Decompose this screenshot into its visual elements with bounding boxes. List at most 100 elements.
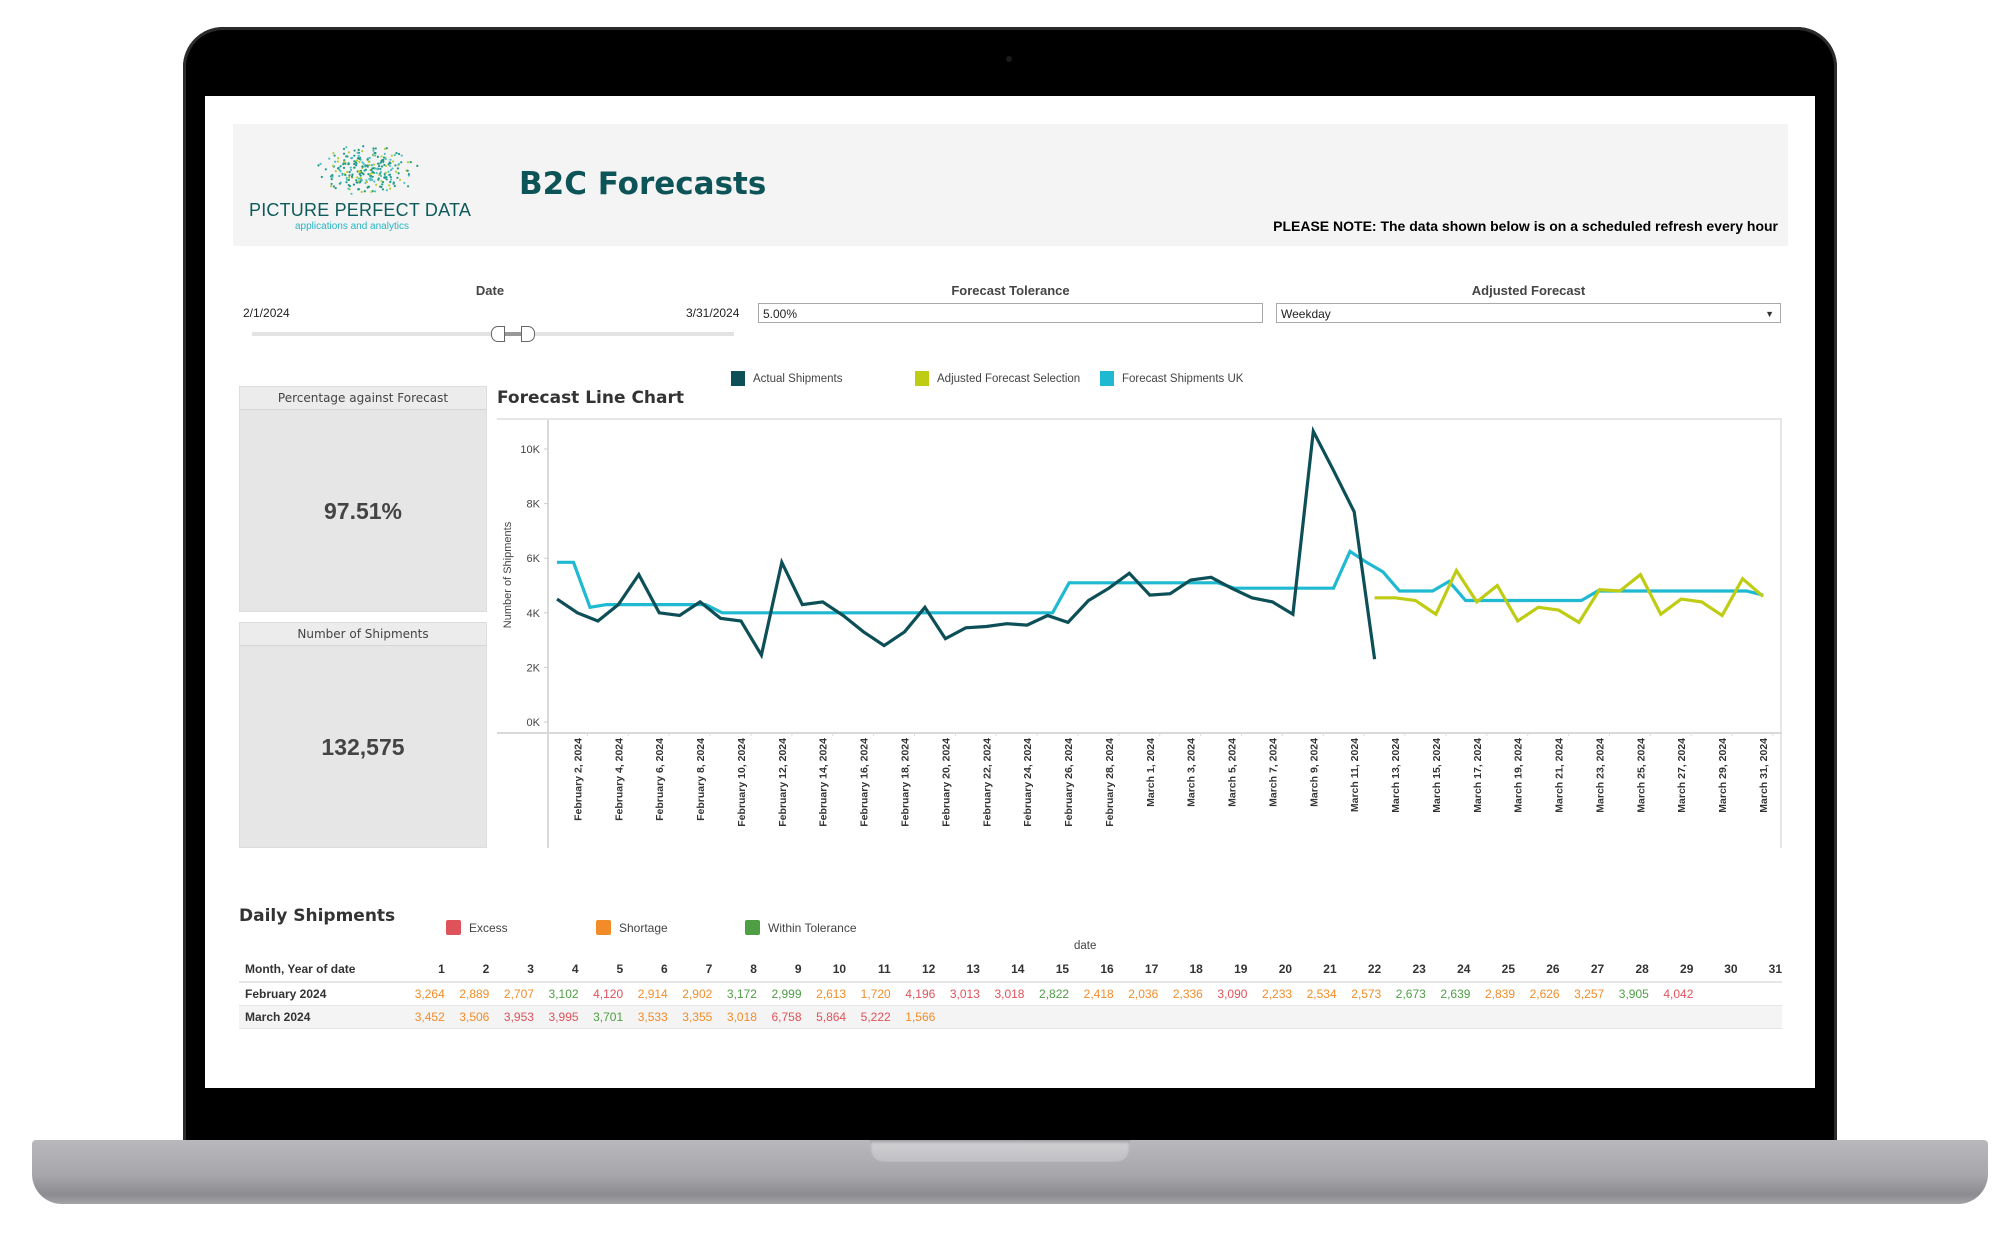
dashboard-header: PICTURE PERFECT DATA applications and an… xyxy=(233,124,1788,246)
daily-value-cell xyxy=(1425,1005,1471,1029)
adjusted-forecast-label: Adjusted Forecast xyxy=(1471,283,1586,298)
daily-value-cell[interactable]: 3,090 xyxy=(1202,982,1248,1006)
adjusted-forecast-select[interactable]: Weekday ▼ xyxy=(1276,303,1781,323)
daily-value-cell[interactable]: 3,506 xyxy=(444,1005,490,1029)
page-title: B2C Forecasts xyxy=(519,166,767,202)
day-column-header: 23 xyxy=(1381,957,1426,983)
daily-value-cell[interactable]: 2,233 xyxy=(1247,982,1293,1006)
daily-value-cell xyxy=(1604,1005,1649,1029)
daily-value-cell[interactable]: 3,701 xyxy=(578,1005,624,1029)
row-header: Month, Year of date xyxy=(239,957,401,983)
daily-value-cell[interactable]: 4,120 xyxy=(578,982,624,1006)
daily-value-cell[interactable]: 3,905 xyxy=(1604,982,1649,1006)
legend-actual-swatch xyxy=(731,371,745,386)
daily-value-cell[interactable]: 2,336 xyxy=(1158,982,1203,1006)
day-column-header: 12 xyxy=(890,957,936,983)
daily-value-cell xyxy=(1737,982,1782,1006)
daily-value-cell[interactable]: 2,036 xyxy=(1113,982,1159,1006)
daily-shipments-title: Daily Shipments xyxy=(239,906,396,926)
daily-value-cell[interactable]: 3,102 xyxy=(533,982,579,1006)
daily-value-cell xyxy=(1202,1005,1248,1029)
day-column-header: 4 xyxy=(533,957,579,983)
daily-value-cell xyxy=(935,1005,980,1029)
daily-value-cell[interactable]: 2,707 xyxy=(489,982,534,1006)
chart-title: Forecast Line Chart xyxy=(497,388,684,408)
legend-shortage-label: Shortage xyxy=(619,920,668,935)
daily-value-cell xyxy=(1693,1005,1738,1029)
daily-value-cell[interactable]: 3,995 xyxy=(533,1005,579,1029)
daily-value-cell[interactable]: 3,953 xyxy=(489,1005,534,1029)
chart-frame xyxy=(497,418,1782,848)
day-column-header: 14 xyxy=(979,957,1025,983)
daily-value-cell[interactable]: 2,534 xyxy=(1292,982,1337,1006)
daily-value-cell[interactable]: 2,914 xyxy=(623,982,668,1006)
day-column-header: 27 xyxy=(1559,957,1605,983)
tolerance-input[interactable]: 5.00% xyxy=(758,303,1263,323)
daily-value-cell xyxy=(979,1005,1025,1029)
daily-value-cell[interactable]: 3,172 xyxy=(712,982,757,1006)
daily-value-cell xyxy=(1069,1005,1114,1029)
daily-value-cell[interactable]: 2,839 xyxy=(1470,982,1516,1006)
day-column-header: 15 xyxy=(1024,957,1070,983)
daily-value-cell xyxy=(1515,1005,1560,1029)
day-column-header: 22 xyxy=(1336,957,1382,983)
legend-within[interactable]: Within Tolerance xyxy=(745,920,857,935)
day-column-header: 31 xyxy=(1737,957,1782,983)
laptop-notch xyxy=(870,1140,1130,1162)
daily-value-cell xyxy=(1024,1005,1070,1029)
legend-actual[interactable]: Actual Shipments xyxy=(731,371,843,386)
logo-name: PICTURE PERFECT DATA xyxy=(249,200,472,220)
daily-value-cell[interactable]: 4,042 xyxy=(1648,982,1694,1006)
kpi-shipments-card: Number of Shipments 132,575 xyxy=(239,622,487,848)
day-column-header: 25 xyxy=(1470,957,1516,983)
daily-value-cell[interactable]: 5,864 xyxy=(801,1005,847,1029)
daily-value-cell[interactable]: 2,673 xyxy=(1381,982,1426,1006)
daily-value-cell xyxy=(1559,1005,1605,1029)
day-column-header: 3 xyxy=(489,957,534,983)
date-start: 2/1/2024 xyxy=(243,306,290,320)
daily-value-cell xyxy=(1113,1005,1159,1029)
daily-value-cell[interactable]: 5,222 xyxy=(846,1005,891,1029)
daily-value-cell[interactable]: 2,889 xyxy=(444,982,490,1006)
daily-value-cell[interactable]: 3,257 xyxy=(1559,982,1605,1006)
daily-value-cell[interactable]: 3,355 xyxy=(667,1005,713,1029)
legend-adjusted[interactable]: Adjusted Forecast Selection xyxy=(915,371,1080,386)
date-slider-start-handle[interactable] xyxy=(491,326,505,342)
daily-value-cell[interactable]: 3,018 xyxy=(979,982,1025,1006)
date-slider-end-handle[interactable] xyxy=(521,326,535,342)
daily-value-cell[interactable]: 2,573 xyxy=(1336,982,1382,1006)
daily-value-cell[interactable]: 3,264 xyxy=(400,982,445,1006)
legend-actual-label: Actual Shipments xyxy=(753,372,843,385)
daily-value-cell[interactable]: 3,013 xyxy=(935,982,980,1006)
legend-adjusted-swatch xyxy=(915,371,929,386)
daily-value-cell[interactable]: 2,999 xyxy=(756,982,802,1006)
legend-within-swatch xyxy=(745,920,760,935)
legend-excess[interactable]: Excess xyxy=(446,920,508,935)
daily-value-cell[interactable]: 3,018 xyxy=(712,1005,757,1029)
daily-value-cell[interactable]: 2,822 xyxy=(1024,982,1070,1006)
daily-value-cell[interactable]: 3,452 xyxy=(400,1005,445,1029)
daily-value-cell[interactable]: 1,566 xyxy=(890,1005,936,1029)
camera-icon xyxy=(1006,56,1012,62)
day-column-header: 11 xyxy=(846,957,891,983)
daily-value-cell[interactable]: 2,613 xyxy=(801,982,847,1006)
day-column-header: 18 xyxy=(1158,957,1203,983)
dropdown-arrow-icon[interactable]: ▼ xyxy=(1765,304,1774,324)
logo-tagline: applications and analytics xyxy=(295,221,409,232)
daily-value-cell xyxy=(1336,1005,1382,1029)
legend-forecast[interactable]: Forecast Shipments UK xyxy=(1100,371,1243,386)
daily-value-cell[interactable]: 2,626 xyxy=(1515,982,1560,1006)
day-column-header: 20 xyxy=(1247,957,1293,983)
daily-value-cell[interactable]: 6,758 xyxy=(756,1005,802,1029)
daily-value-cell[interactable]: 2,902 xyxy=(667,982,713,1006)
legend-shortage[interactable]: Shortage xyxy=(596,920,668,935)
daily-value-cell[interactable]: 2,418 xyxy=(1069,982,1114,1006)
daily-value-cell[interactable]: 4,196 xyxy=(890,982,936,1006)
daily-value-cell[interactable]: 3,533 xyxy=(623,1005,668,1029)
daily-value-cell[interactable]: 1,720 xyxy=(846,982,891,1006)
daily-value-cell[interactable]: 2,639 xyxy=(1425,982,1471,1006)
daily-value-cell xyxy=(1158,1005,1203,1029)
day-column-header: 16 xyxy=(1069,957,1114,983)
legend-excess-swatch xyxy=(446,920,461,935)
day-column-header: 5 xyxy=(578,957,624,983)
